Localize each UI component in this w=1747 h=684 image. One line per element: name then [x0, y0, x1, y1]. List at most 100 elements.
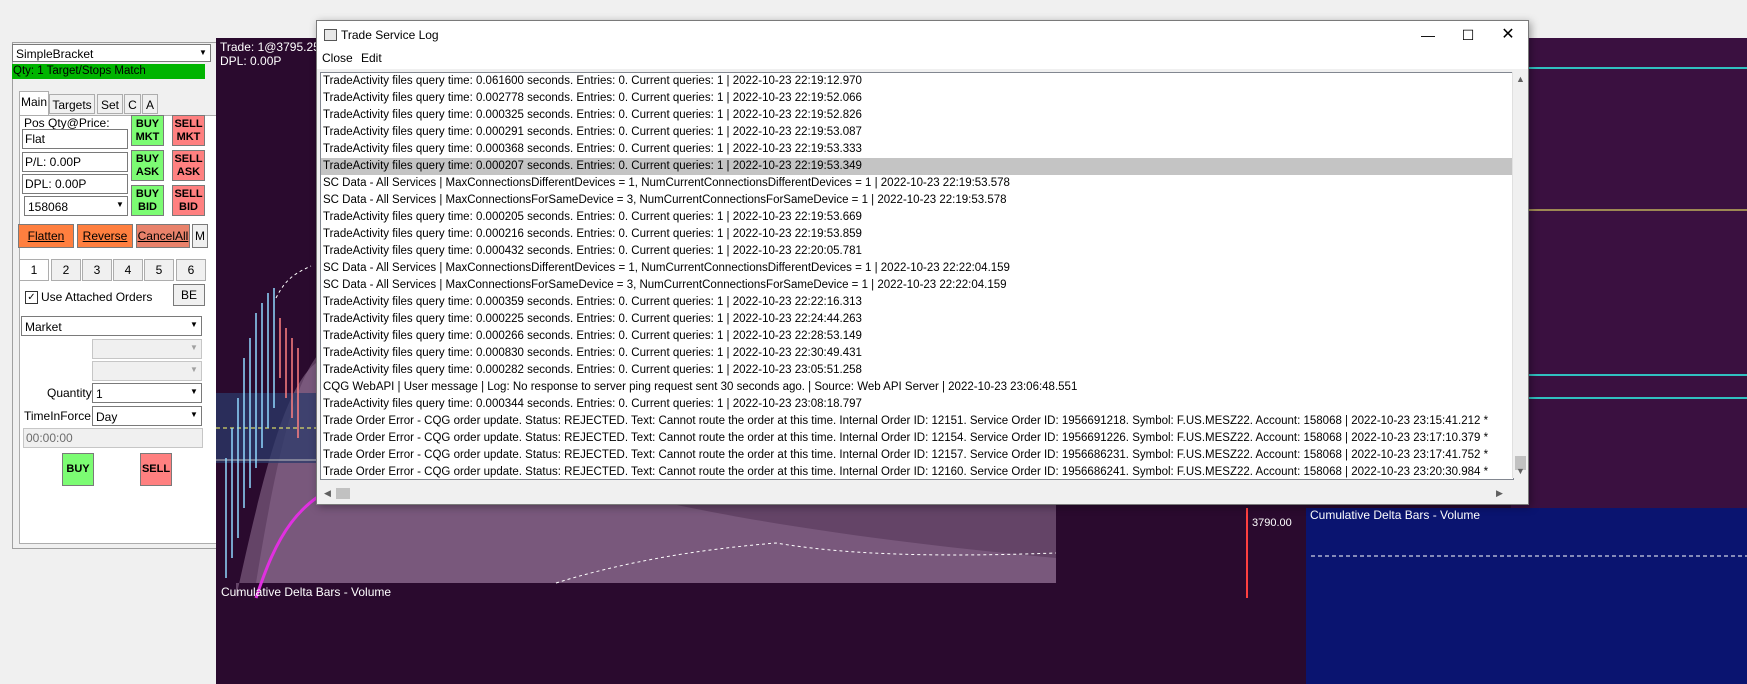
log-entry[interactable]: TradeActivity files query time: 0.000344… — [321, 396, 1513, 413]
log-list[interactable]: TradeActivity files query time: 0.061600… — [320, 72, 1514, 480]
trade-window-panel: SimpleBracket ▼ Qty: 1 Target/Stops Matc… — [0, 0, 242, 684]
scroll-down-icon[interactable]: ▼ — [1513, 464, 1528, 479]
time-field[interactable]: 00:00:00 — [23, 428, 203, 448]
trade-info-label: Trade: 1@3795.25 — [220, 40, 320, 54]
scroll-left-icon[interactable]: ◀ — [320, 486, 335, 501]
tab-c[interactable]: C — [124, 94, 141, 114]
log-entry[interactable]: TradeActivity files query time: 0.000432… — [321, 243, 1513, 260]
price-2-select[interactable]: ▼ — [92, 361, 202, 381]
window-title: Trade Service Log — [341, 28, 439, 42]
log-entry[interactable]: TradeActivity files query time: 0.061600… — [321, 73, 1513, 90]
log-entry[interactable]: TradeActivity files query time: 0.000225… — [321, 311, 1513, 328]
log-entry[interactable]: TradeActivity files query time: 0.002778… — [321, 90, 1513, 107]
account-select-value: 158068 — [28, 200, 69, 214]
bracket-tab-3[interactable]: 3 — [82, 259, 112, 281]
position-field: Flat — [22, 129, 128, 149]
time-in-force-value: Day — [96, 410, 118, 424]
sell-ask-button[interactable]: SELL ASK — [172, 150, 205, 181]
chevron-down-icon: ▼ — [113, 197, 127, 213]
price-axis-label: 3790.00 — [1252, 517, 1292, 529]
tab-targets[interactable]: Targets — [49, 94, 95, 114]
quantity-select[interactable]: 1 ▼ — [92, 383, 202, 403]
cancel-all-button[interactable]: CancelAll — [136, 224, 190, 248]
menu-bar: Close Edit — [317, 49, 1528, 69]
log-entry[interactable]: CQG WebAPI | User message | Log: No resp… — [321, 379, 1513, 396]
strategy-select[interactable]: SimpleBracket ▼ — [12, 44, 211, 62]
log-entry[interactable]: Trade Order Error - CQG order update. St… — [321, 447, 1513, 464]
maximize-icon[interactable]: ☐ — [1448, 21, 1488, 49]
reverse-button[interactable]: Reverse — [77, 224, 133, 248]
horizontal-scroll-thumb[interactable] — [336, 488, 350, 499]
chevron-down-icon: ▼ — [187, 317, 201, 333]
breakeven-button[interactable]: BE — [173, 284, 205, 306]
quantity-value: 1 — [96, 387, 103, 401]
account-select[interactable]: 158068 ▼ — [24, 196, 128, 216]
log-entry[interactable]: TradeActivity files query time: 0.000282… — [321, 362, 1513, 379]
tab-a[interactable]: A — [142, 94, 158, 114]
bracket-tab-6[interactable]: 6 — [176, 259, 206, 281]
log-entry[interactable]: SC Data - All Services | MaxConnectionsF… — [321, 277, 1513, 294]
bracket-tab-2[interactable]: 2 — [51, 259, 81, 281]
log-entry[interactable]: Trade Order Error - CQG order update. St… — [321, 430, 1513, 447]
chevron-down-icon: ▼ — [187, 362, 201, 378]
order-type-value: Market — [25, 320, 62, 334]
chevron-down-icon: ▼ — [187, 384, 201, 400]
position-label: Pos Qty@Price: — [24, 116, 110, 130]
dpl-field: DPL: 0.00P — [22, 174, 128, 194]
log-entry[interactable]: TradeActivity files query time: 0.000207… — [321, 158, 1513, 175]
m-button[interactable]: M — [192, 224, 208, 248]
scroll-up-icon[interactable]: ▲ — [1513, 72, 1528, 87]
buy-ask-button[interactable]: BUY ASK — [131, 150, 164, 181]
log-entry[interactable]: TradeActivity files query time: 0.000216… — [321, 226, 1513, 243]
study-label-left: Cumulative Delta Bars - Volume — [221, 585, 392, 599]
flatten-button[interactable]: Flatten — [18, 224, 74, 248]
bracket-tab-1[interactable]: 1 — [19, 259, 49, 281]
vertical-scrollbar[interactable]: ▲ ▼ — [1512, 72, 1528, 478]
dpl-info-label: DPL: 0.00P — [220, 54, 282, 68]
time-in-force-label: TimeInForce: — [24, 409, 95, 423]
log-entry[interactable]: TradeActivity files query time: 0.000325… — [321, 107, 1513, 124]
log-entry[interactable]: TradeActivity files query time: 0.000205… — [321, 209, 1513, 226]
menu-edit[interactable]: Edit — [361, 51, 382, 65]
menu-close[interactable]: Close — [322, 51, 353, 65]
buy-bid-button[interactable]: BUY BID — [131, 185, 164, 216]
minimize-icon[interactable]: — — [1408, 21, 1448, 49]
tab-set[interactable]: Set — [97, 94, 123, 114]
sell-market-button[interactable]: SELL MKT — [172, 115, 205, 146]
time-in-force-select[interactable]: Day ▼ — [92, 406, 202, 426]
close-icon[interactable]: ✕ — [1488, 21, 1528, 49]
log-entry[interactable]: SC Data - All Services | MaxConnectionsD… — [321, 260, 1513, 277]
chevron-down-icon: ▼ — [196, 45, 210, 61]
study-label-right: Cumulative Delta Bars - Volume — [1310, 508, 1481, 522]
price-1-select[interactable]: ▼ — [92, 339, 202, 359]
tab-main[interactable]: Main — [19, 91, 49, 115]
trade-service-log-window: Trade Service Log — ☐ ✕ Close Edit Trade… — [316, 20, 1529, 505]
chevron-down-icon: ▼ — [187, 407, 201, 423]
log-entry[interactable]: Trade Order Error - CQG order update. St… — [321, 464, 1513, 479]
buy-button[interactable]: BUY — [62, 453, 94, 486]
buy-market-button[interactable]: BUY MKT — [131, 115, 164, 146]
use-attached-orders-checkbox[interactable]: ✓ — [25, 291, 38, 304]
sell-button[interactable]: SELL — [140, 453, 172, 486]
bracket-tab-5[interactable]: 5 — [144, 259, 174, 281]
log-entry[interactable]: TradeActivity files query time: 0.000266… — [321, 328, 1513, 345]
strategy-select-value: SimpleBracket — [16, 47, 94, 61]
order-type-select[interactable]: Market ▼ — [21, 316, 202, 336]
scroll-right-icon[interactable]: ▶ — [1492, 486, 1507, 501]
pl-field: P/L: 0.00P — [22, 152, 128, 172]
app-window-icon — [324, 29, 337, 41]
log-entry[interactable]: SC Data - All Services | MaxConnectionsD… — [321, 175, 1513, 192]
horizontal-scrollbar[interactable]: ◀ ▶ — [320, 486, 1512, 501]
log-entry[interactable]: Trade Order Error - CQG order update. St… — [321, 413, 1513, 430]
status-bar: Qty: 1 Target/Stops Match — [12, 64, 205, 79]
bracket-tab-4[interactable]: 4 — [113, 259, 143, 281]
title-bar[interactable]: Trade Service Log — ☐ ✕ — [317, 21, 1528, 49]
log-entry[interactable]: SC Data - All Services | MaxConnectionsF… — [321, 192, 1513, 209]
sell-bid-button[interactable]: SELL BID — [172, 185, 205, 216]
log-entry[interactable]: TradeActivity files query time: 0.000359… — [321, 294, 1513, 311]
chevron-down-icon: ▼ — [187, 340, 201, 356]
log-entry[interactable]: TradeActivity files query time: 0.000291… — [321, 124, 1513, 141]
log-entry[interactable]: TradeActivity files query time: 0.000830… — [321, 345, 1513, 362]
quantity-label: Quantity: — [47, 386, 96, 400]
log-entry[interactable]: TradeActivity files query time: 0.000368… — [321, 141, 1513, 158]
